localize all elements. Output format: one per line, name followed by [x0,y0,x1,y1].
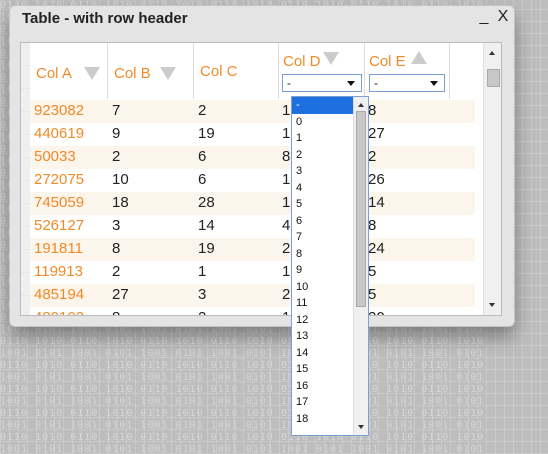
close-button[interactable]: X [495,7,511,27]
sort-descending-icon[interactable] [84,67,100,80]
col-d-filter-select[interactable]: - [282,74,362,92]
table-row[interactable]: 440619 9 19 1 27 [30,123,475,146]
header-label: Col B [114,65,151,82]
dropdown-scrollbar[interactable] [353,97,368,435]
header-col-e[interactable]: Col E - [365,43,450,99]
table-row[interactable]: 480102 8 2 1 20 [30,307,475,315]
table-row[interactable]: 191811 8 19 2 24 [30,238,475,261]
data-table: Col A Col B Col C Col D - Col E - 923082… [20,42,502,316]
table-row[interactable]: 745059 18 28 1 14 [30,192,475,215]
header-col-b[interactable]: Col B [108,43,194,99]
header-col-c[interactable]: Col C [194,43,279,99]
window-title: Table - with row header [22,10,188,27]
header-label: Col D [283,53,321,70]
sort-ascending-icon[interactable] [411,51,427,64]
scrollbar-thumb[interactable] [487,69,500,87]
window-titlebar[interactable]: Table - with row header _ X [10,6,514,32]
table-row[interactable]: 272075 10 6 1 26 [30,169,475,192]
col-d-filter-dropdown-list[interactable]: - 0 1 2 3 4 5 6 7 8 9 10 11 12 13 14 15 … [291,96,369,436]
col-e-filter-select[interactable]: - [369,74,445,92]
scroll-up-icon[interactable] [489,51,495,55]
table-row[interactable]: 50033 2 6 8 2 [30,146,475,169]
scroll-down-icon[interactable] [358,425,364,429]
table-row[interactable]: 923082 7 2 1 8 [30,100,475,123]
header-label: Col E [369,53,406,70]
table-vertical-scrollbar[interactable] [483,43,501,315]
header-label: Col A [36,65,72,82]
scroll-down-icon[interactable] [489,303,495,307]
chevron-down-icon [347,81,355,86]
table-row[interactable]: 526127 3 14 4 8 [30,215,475,238]
sort-descending-icon[interactable] [160,67,176,80]
chevron-down-icon [430,81,438,86]
table-window: Table - with row header _ X Col A Col B … [9,5,515,327]
table-row[interactable]: 119913 2 1 1 5 [30,261,475,284]
scroll-up-icon[interactable] [358,103,364,107]
table-body: 923082 7 2 1 8 440619 9 19 1 27 50033 2 … [21,100,483,315]
minimize-button[interactable]: _ [476,7,492,27]
header-col-a[interactable]: Col A [30,43,108,99]
header-label: Col C [200,63,238,80]
sort-descending-icon[interactable] [323,52,339,65]
header-col-d[interactable]: Col D - [279,43,365,99]
scrollbar-thumb[interactable] [356,111,366,307]
table-row[interactable]: 485194 27 3 2 5 [30,284,475,307]
